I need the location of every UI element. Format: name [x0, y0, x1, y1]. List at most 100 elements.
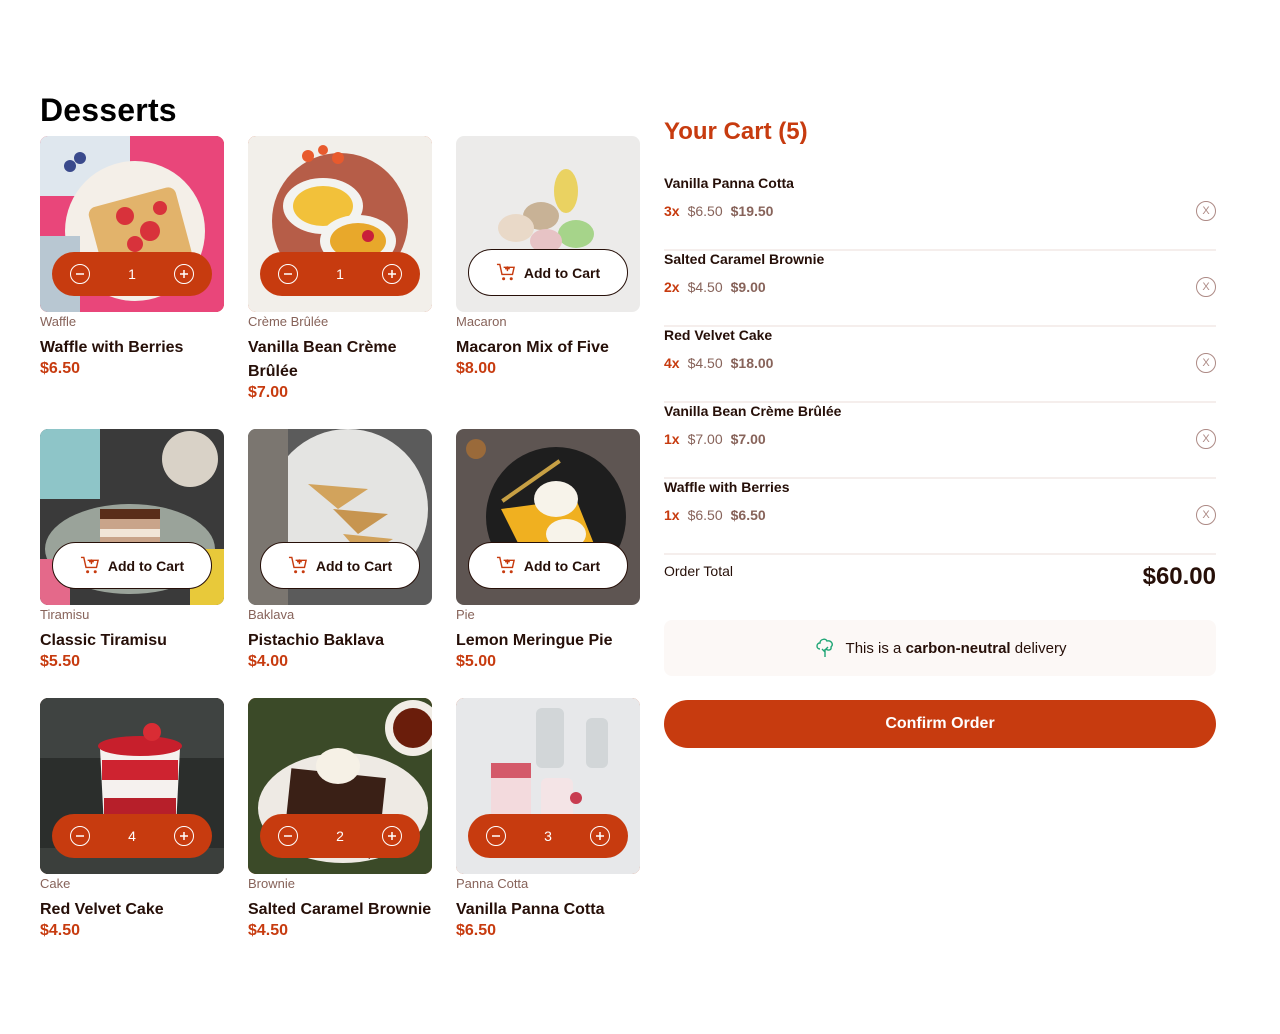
product-price: $4.00: [248, 653, 289, 670]
product-name: Waffle with Berries: [40, 339, 184, 356]
add-to-cart-label: Add to Cart: [107, 557, 185, 574]
quantity-value: 3: [544, 828, 552, 844]
cart-item: Vanilla Panna Cotta 3x $6.50 $19.50 X: [664, 175, 1216, 251]
cart-item-name: Vanilla Panna Cotta: [664, 175, 794, 191]
product-category: Pie: [456, 607, 475, 622]
product-card: Add to Cart Macaron Macaron Mix of Five …: [456, 136, 640, 377]
cart-item-unit-price: $6.50: [687, 203, 723, 219]
increment-icon[interactable]: [381, 826, 402, 846]
cart-item-name: Vanilla Bean Crème Brûlée: [664, 403, 842, 419]
quantity-value: 2: [336, 828, 344, 844]
page-title: Desserts: [40, 92, 177, 128]
cart-item-unit-price: $4.50: [687, 355, 723, 371]
product-image: 1: [40, 136, 224, 312]
increment-icon[interactable]: [381, 264, 402, 284]
quantity-value: 4: [128, 828, 136, 844]
product-card: 1 Waffle Waffle with Berries $6.50: [40, 136, 224, 377]
product-category: Cake: [40, 876, 71, 891]
cart-item: Waffle with Berries 1x $6.50 $6.50 X: [664, 479, 1216, 555]
quantity-stepper: 4: [52, 814, 212, 858]
cart-item: Vanilla Bean Crème Brûlée 1x $7.00 $7.00…: [664, 403, 1216, 479]
add-to-cart-label: Add to Cart: [523, 557, 601, 574]
product-price: $6.50: [456, 922, 497, 939]
quantity-value: 1: [128, 266, 136, 282]
remove-item-icon[interactable]: X: [1196, 429, 1216, 449]
quantity-value: 1: [336, 266, 344, 282]
cart-item-unit-price: $7.00: [687, 431, 723, 447]
product-card: Add to Cart Pie Lemon Meringue Pie $5.00: [456, 429, 640, 670]
increment-icon[interactable]: [173, 826, 194, 846]
add-to-cart-button[interactable]: Add to Cart: [52, 542, 212, 589]
product-price: $5.00: [456, 653, 497, 670]
cart-item-quantity: 1x: [664, 431, 680, 447]
cart-item-subtotal: $6.50: [730, 507, 766, 523]
cart-item: Salted Caramel Brownie 2x $4.50 $9.00 X: [664, 251, 1216, 327]
product-card: 1 Crème Brûlée Vanilla Bean Crème Brûlée…: [248, 136, 432, 401]
carbon-text-suffix: delivery: [1014, 639, 1067, 657]
product-image: 4: [40, 698, 224, 874]
decrement-icon[interactable]: [278, 264, 298, 284]
product-card: 3 Panna Cotta Vanilla Panna Cotta $6.50: [456, 698, 640, 939]
add-to-cart-label: Add to Cart: [523, 264, 601, 281]
order-total-value: $60.00: [1142, 563, 1216, 590]
carbon-neutral-banner: This is a carbon-neutral delivery: [664, 620, 1216, 676]
remove-item-icon[interactable]: X: [1196, 505, 1216, 525]
product-name: Red Velvet Cake: [40, 901, 164, 918]
product-category: Baklava: [248, 607, 295, 622]
product-image: Add to Cart: [456, 429, 640, 605]
product-category: Tiramisu: [40, 607, 90, 622]
product-name: Vanilla Panna Cotta: [456, 901, 605, 918]
increment-icon[interactable]: [173, 264, 194, 284]
decrement-icon[interactable]: [70, 826, 90, 846]
product-card: 2 Brownie Salted Caramel Brownie $4.50: [248, 698, 432, 939]
add-to-cart-label: Add to Cart: [315, 557, 393, 574]
product-category: Panna Cotta: [456, 876, 529, 891]
product-name: Salted Caramel Brownie: [248, 901, 432, 918]
product-name: Vanilla Bean Crème Brûlée: [248, 339, 397, 380]
increment-icon[interactable]: [589, 826, 610, 846]
product-price: $6.50: [40, 360, 81, 377]
carbon-text-bold: carbon-neutral: [905, 639, 1011, 657]
decrement-icon[interactable]: [278, 826, 298, 846]
cart-item-quantity: 1x: [664, 507, 680, 523]
product-image: Add to Cart: [248, 429, 432, 605]
quantity-stepper: 3: [468, 814, 628, 858]
add-to-cart-button[interactable]: Add to Cart: [260, 542, 420, 589]
remove-item-icon[interactable]: X: [1196, 353, 1216, 373]
remove-item-icon[interactable]: X: [1196, 201, 1216, 221]
product-category: Macaron: [456, 314, 507, 329]
product-image: 3: [456, 698, 640, 874]
product-image: Add to Cart: [40, 429, 224, 605]
product-card: Add to Cart Tiramisu Classic Tiramisu $5…: [40, 429, 224, 670]
product-image: 2: [248, 698, 432, 874]
carbon-text-prefix: This is a: [845, 639, 902, 657]
cart-item: Red Velvet Cake 4x $4.50 $18.00 X: [664, 327, 1216, 403]
product-name: Lemon Meringue Pie: [456, 632, 613, 649]
product-price: $7.00: [248, 384, 289, 401]
product-name: Macaron Mix of Five: [456, 339, 609, 356]
product-price: $8.00: [456, 360, 497, 377]
add-to-cart-icon: [496, 556, 515, 573]
product-image: 1: [248, 136, 432, 312]
cart-item-name: Salted Caramel Brownie: [664, 251, 825, 267]
decrement-icon[interactable]: [70, 264, 90, 284]
remove-item-icon[interactable]: X: [1196, 277, 1216, 297]
product-name: Classic Tiramisu: [40, 632, 167, 649]
quantity-stepper: 1: [52, 252, 212, 296]
cart-panel: Your Cart (5) Vanilla Panna Cotta 3x $6.…: [664, 112, 1216, 748]
product-name: Pistachio Baklava: [248, 632, 385, 649]
add-to-cart-button[interactable]: Add to Cart: [468, 542, 628, 589]
quantity-stepper: 2: [260, 814, 420, 858]
decrement-icon[interactable]: [486, 826, 506, 846]
confirm-order-button[interactable]: Confirm Order: [664, 700, 1216, 748]
product-price: $4.50: [248, 922, 289, 939]
add-to-cart-icon: [80, 556, 99, 573]
cart-item-subtotal: $19.50: [730, 203, 774, 219]
cart-item-subtotal: $9.00: [730, 279, 766, 295]
product-price: $5.50: [40, 653, 81, 670]
cart-item-quantity: 3x: [664, 203, 680, 219]
cart-item-unit-price: $6.50: [687, 507, 723, 523]
carbon-neutral-tree-icon: [815, 638, 833, 657]
add-to-cart-button[interactable]: Add to Cart: [468, 249, 628, 296]
cart-item-quantity: 2x: [664, 279, 680, 295]
